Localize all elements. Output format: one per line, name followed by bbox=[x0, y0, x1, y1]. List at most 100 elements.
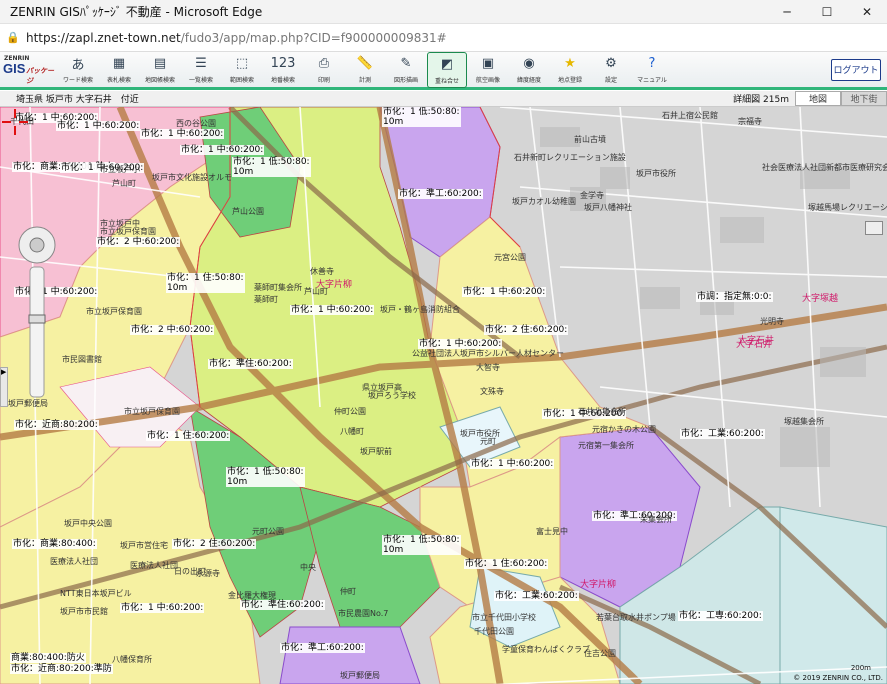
zoning-label: 市化：1 住:50:80: 10m bbox=[166, 273, 245, 293]
close-button[interactable]: ✕ bbox=[847, 0, 887, 24]
place-label: 坂戸郵便局 bbox=[340, 671, 380, 680]
zoning-label: 市化：1 中:60:200: bbox=[56, 121, 141, 131]
place-label: 医療法人社団 bbox=[130, 561, 178, 570]
zoning-label: 市化：近商:80:200: bbox=[14, 420, 99, 430]
zoning-label: 市化：工業:60:200: bbox=[680, 429, 765, 439]
zoning-label: 市化：準工:60:200: bbox=[398, 189, 483, 199]
overlay-icon: ◩ bbox=[440, 57, 454, 72]
place-label: 住吉公園 bbox=[584, 649, 616, 658]
place-label: 塚越馬場レクリエーション施設 bbox=[808, 203, 887, 212]
zoning-label: 市化：1 住:60:200: bbox=[464, 559, 549, 569]
zoning-label: 市化：1 低:50:80: 10m bbox=[232, 157, 311, 177]
draw-icon: ✎ bbox=[400, 56, 412, 71]
zoning-label: 市化：2 住:60:200: bbox=[484, 325, 569, 335]
nameplate-search-icon: ▦ bbox=[112, 56, 126, 71]
zoning-label: 市化：2 住:60:200: bbox=[172, 539, 257, 549]
minimize-button[interactable]: ─ bbox=[767, 0, 807, 24]
tool-print[interactable]: ⎙ 印刷 bbox=[304, 52, 344, 88]
map-scale-bar: 200m bbox=[850, 664, 871, 672]
place-label: 中央 bbox=[300, 563, 316, 572]
url-path: /fudo3/app/map.php?CID=f900000009831# bbox=[180, 30, 447, 45]
side-panel-toggle[interactable]: ▶ bbox=[0, 367, 8, 407]
zoning-label: 市化：2 中:60:200: bbox=[96, 237, 181, 247]
place-label: 元町 bbox=[480, 437, 496, 446]
place-label: 大智寺 bbox=[476, 363, 500, 372]
place-label: 金比羅大権現 bbox=[228, 591, 276, 600]
place-label: 石井北集会所 bbox=[578, 407, 626, 416]
place-label: 芦山町 bbox=[112, 179, 136, 188]
place-label: 市民図書館 bbox=[62, 355, 102, 364]
place-label: 坂戸駅前 bbox=[360, 447, 392, 456]
place-label: NTT東日本坂戸ビル bbox=[60, 589, 132, 598]
zoning-label: 市化：準住:60:200: bbox=[208, 359, 293, 369]
district-label: 大字石井 bbox=[736, 340, 773, 350]
zoning-label: 市化：1 低:50:80: 10m bbox=[226, 467, 305, 487]
place-label: 坂戸市営住宅 bbox=[120, 541, 168, 550]
tool-nameplate-search[interactable]: ▦ 表札検索 bbox=[99, 52, 139, 88]
place-label: 市立坂戸小 bbox=[100, 165, 140, 174]
logo-line2: GIS bbox=[3, 60, 26, 76]
place-label: 元宿かきの木公園 bbox=[592, 425, 656, 434]
place-label: 元宿第一集会所 bbox=[578, 441, 634, 450]
tab-underground[interactable]: 地下街 bbox=[841, 91, 887, 106]
tool-help[interactable]: ? マニュアル bbox=[632, 52, 672, 88]
place-label: 栄集会所 bbox=[640, 515, 672, 524]
place-label: 前山古墳 bbox=[574, 135, 606, 144]
zoning-label: 市化：準工:60:200: bbox=[280, 643, 365, 653]
info-bar: 埼玉県 坂戸市 大字石井 付近 詳細図 215m 地図 地下街 bbox=[0, 91, 887, 107]
zoning-label: 市化：近商:80:200:準防 bbox=[10, 664, 113, 674]
atlas-search-icon: ▤ bbox=[153, 56, 167, 71]
tool-word-search[interactable]: あワード検索 bbox=[58, 52, 98, 88]
url-text[interactable]: https://zapl.znet-town.net/fudo3/app/map… bbox=[26, 31, 447, 45]
zoom-slider[interactable] bbox=[29, 266, 45, 398]
place-label: 金学寺 bbox=[580, 191, 604, 200]
place-label: 元町公園 bbox=[252, 527, 284, 536]
zoom-control[interactable] bbox=[14, 225, 60, 401]
tool-draw[interactable]: ✎ 図形描画 bbox=[386, 52, 426, 88]
tool-label: 航空画像 bbox=[475, 76, 500, 84]
tool-gear[interactable]: ⚙ 設定 bbox=[591, 52, 631, 88]
help-icon: ? bbox=[648, 56, 656, 71]
zoning-label: 市化：工業:60:200: bbox=[494, 591, 579, 601]
place-label: 光明寺 bbox=[760, 317, 784, 326]
tool-area-search[interactable]: ⬚ 範囲検索 bbox=[222, 52, 262, 88]
tool-label: 地図帳検索 bbox=[144, 76, 175, 84]
tool-aerial[interactable]: ▣ 航空画像 bbox=[468, 52, 508, 88]
place-label: 市民農園No.7 bbox=[338, 609, 389, 618]
latlon-icon: ◉ bbox=[523, 56, 535, 71]
place-label: 文殊寺 bbox=[480, 387, 504, 396]
tool-star[interactable]: ★ 地点登録 bbox=[550, 52, 590, 88]
place-label: 仲町公園 bbox=[334, 407, 366, 416]
lot-search-icon: 123 bbox=[270, 56, 296, 71]
tool-label: 重ね合せ bbox=[434, 77, 459, 85]
address-bar[interactable]: 🔒 https://zapl.znet-town.net/fudo3/app/m… bbox=[0, 24, 887, 52]
place-label: 塚越集会所 bbox=[784, 417, 824, 426]
zoom-slider-handle[interactable] bbox=[28, 314, 46, 324]
zoning-label: 市化：1 中:60:200: bbox=[470, 459, 555, 469]
tool-overlay[interactable]: ◩ 重ね合せ bbox=[427, 51, 467, 88]
logout-button[interactable]: ログアウト bbox=[831, 58, 881, 81]
tool-measure[interactable]: 📏 計測 bbox=[345, 52, 385, 88]
place-label: 公益社団法人坂戸市シルバー人材センター bbox=[412, 349, 564, 358]
place-label: 坂戸市役所 bbox=[636, 169, 676, 178]
place-label: 坂戸市市民館 bbox=[60, 607, 108, 616]
tool-lot-search[interactable]: 123 地番検索 bbox=[263, 52, 303, 88]
tab-map[interactable]: 地図 bbox=[795, 91, 841, 106]
tool-label: 計測 bbox=[358, 76, 371, 84]
tool-atlas-search[interactable]: ▤ 地図帳検索 bbox=[140, 52, 180, 88]
place-label: 社会医療法人社団新都市医療研究会関越 bbox=[762, 163, 887, 172]
measure-icon: 📏 bbox=[356, 56, 374, 71]
zoning-map[interactable]: 市化：1 中:60:200: 市化：1 中:60:200: 市化：1 中:60:20… bbox=[0, 107, 887, 684]
area-search-icon: ⬚ bbox=[235, 56, 249, 71]
map-mode-icon[interactable] bbox=[865, 221, 883, 235]
place-label: 八幡保育所 bbox=[112, 655, 152, 664]
zoning-label: 市化：1 中:60:200: bbox=[180, 145, 265, 155]
tool-latlon[interactable]: ◉ 緯度経度 bbox=[509, 52, 549, 88]
place-label: 市立坂戸保育園 bbox=[124, 407, 180, 416]
tool-list-search[interactable]: ☰ 一覧検索 bbox=[181, 52, 221, 88]
maximize-button[interactable]: ☐ bbox=[807, 0, 847, 24]
zoning-label: 市化：準住:60:200: bbox=[240, 600, 325, 610]
app-toolbar: ZENRIN GIS パッケージ あワード検索 ▦ 表札検索 ▤ 地図帳検索 ☰ 一覧検索 ⬚… bbox=[0, 51, 887, 90]
tool-group: あワード検索 ▦ 表札検索 ▤ 地図帳検索 ☰ 一覧検索 ⬚ 範囲検索 123 地番検索 ⎙ 印刷 📏 計測… bbox=[58, 51, 673, 88]
center-crosshair-icon bbox=[2, 109, 28, 135]
